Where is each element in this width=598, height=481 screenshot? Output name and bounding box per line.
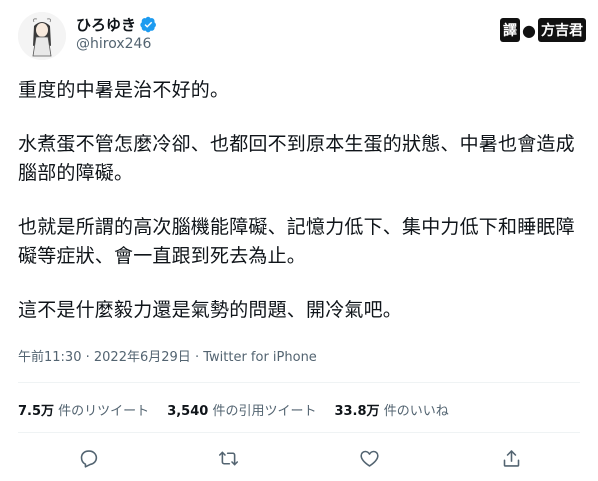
avatar-illustration (18, 12, 66, 60)
quotes-stat[interactable]: 3,540 件の引用ツイート (167, 400, 316, 419)
tweet-paragraph: 水煮蛋不管怎麼冷卻、也都回不到原本生蛋的狀態、中暑也會造成腦部的障礙。 (18, 133, 575, 184)
retweets-stat[interactable]: 7.5万 件のリツイート (18, 400, 149, 419)
quotes-label: 件の引用ツイート (212, 404, 317, 419)
tweet-paragraph: 這不是什麼毅力還是氣勢的問題、開冷氣吧。 (18, 299, 403, 321)
author-display-name[interactable]: ひろゆき (76, 14, 136, 35)
translator-separator: ● (522, 20, 536, 40)
retweets-count: 7.5万 (18, 404, 55, 419)
quotes-count: 3,540 (167, 404, 209, 419)
tweet-header: ひろゆき @hirox246 譯 ● 方吉君 (0, 0, 598, 70)
likes-label: 件のいいね (383, 404, 449, 419)
author-handle[interactable]: @hirox246 (76, 36, 151, 52)
share-button[interactable] (497, 444, 525, 472)
tweet-date[interactable]: 2022年6月29日 (94, 350, 191, 365)
likes-count: 33.8万 (334, 404, 380, 419)
reply-icon (80, 449, 97, 468)
retweets-label: 件のリツイート (58, 404, 150, 419)
like-button[interactable] (355, 444, 383, 472)
verified-badge-icon (140, 16, 157, 33)
share-icon (503, 449, 519, 467)
tweet-source[interactable]: Twitter for iPhone (203, 350, 317, 365)
tweet-actions (0, 444, 598, 472)
tweet-text: 重度的中暑是治不好的。 水煮蛋不管怎麼冷卻、也都回不到原本生蛋的狀態、中暑也會造… (18, 76, 583, 350)
meta-separator: · (85, 350, 90, 365)
divider (18, 382, 580, 383)
retweet-button[interactable] (214, 444, 242, 472)
reply-button[interactable] (74, 444, 102, 472)
heart-icon (359, 450, 379, 467)
engagement-stats: 7.5万 件のリツイート 3,540 件の引用ツイート 33.8万 件のいいね (18, 400, 467, 419)
tweet-paragraph: 重度的中暑是治不好的。 (18, 79, 230, 101)
meta-separator: · (194, 350, 200, 365)
tweet-paragraph: 也就是所謂的高次腦機能障礙、記憶力低下、集中力低下和睡眠障礙等症狀、會一直跟到死… (18, 216, 575, 267)
likes-stat[interactable]: 33.8万 件のいいね (334, 400, 448, 419)
author-name-row[interactable]: ひろゆき (76, 14, 157, 35)
avatar[interactable] (18, 12, 66, 60)
tweet-meta: 午前11:30 · 2022年6月29日 · Twitter for iPhon… (18, 346, 317, 365)
tweet-time[interactable]: 午前11:30 (18, 350, 81, 365)
translator-name: 方吉君 (538, 18, 586, 42)
retweet-icon (218, 451, 238, 465)
divider (18, 432, 580, 433)
translator-label: 譯 (500, 18, 521, 42)
translator-badge: 譯 ● 方吉君 (500, 18, 586, 42)
